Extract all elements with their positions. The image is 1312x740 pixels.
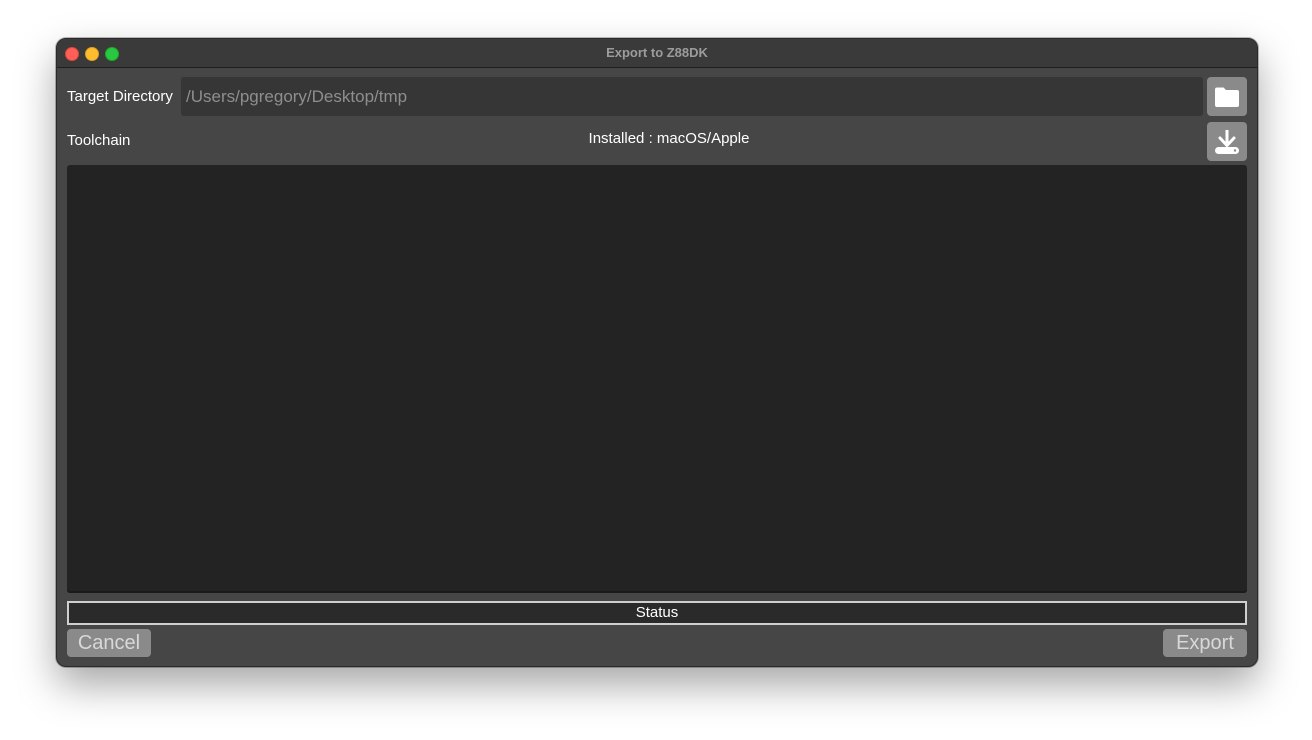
target-directory-label: Target Directory <box>67 88 173 105</box>
window-title: Export to Z88DK <box>606 45 708 60</box>
export-button[interactable]: Export <box>1163 629 1247 657</box>
browse-folder-button[interactable] <box>1207 77 1247 116</box>
export-dialog-window: Export to Z88DK Target Directory Toolcha… <box>56 38 1258 667</box>
install-toolchain-button[interactable] <box>1207 122 1247 161</box>
target-directory-input[interactable] <box>181 77 1203 116</box>
title-bar[interactable]: Export to Z88DK <box>57 39 1257 68</box>
cancel-button[interactable]: Cancel <box>67 629 151 657</box>
output-log-area[interactable] <box>67 165 1247 593</box>
folder-icon <box>1215 87 1239 107</box>
download-to-disk-icon <box>1215 129 1239 154</box>
toolchain-installed-text: Installed : macOS/Apple <box>588 130 750 147</box>
toolchain-label: Toolchain <box>67 132 131 149</box>
status-bar: Status <box>67 601 1247 625</box>
